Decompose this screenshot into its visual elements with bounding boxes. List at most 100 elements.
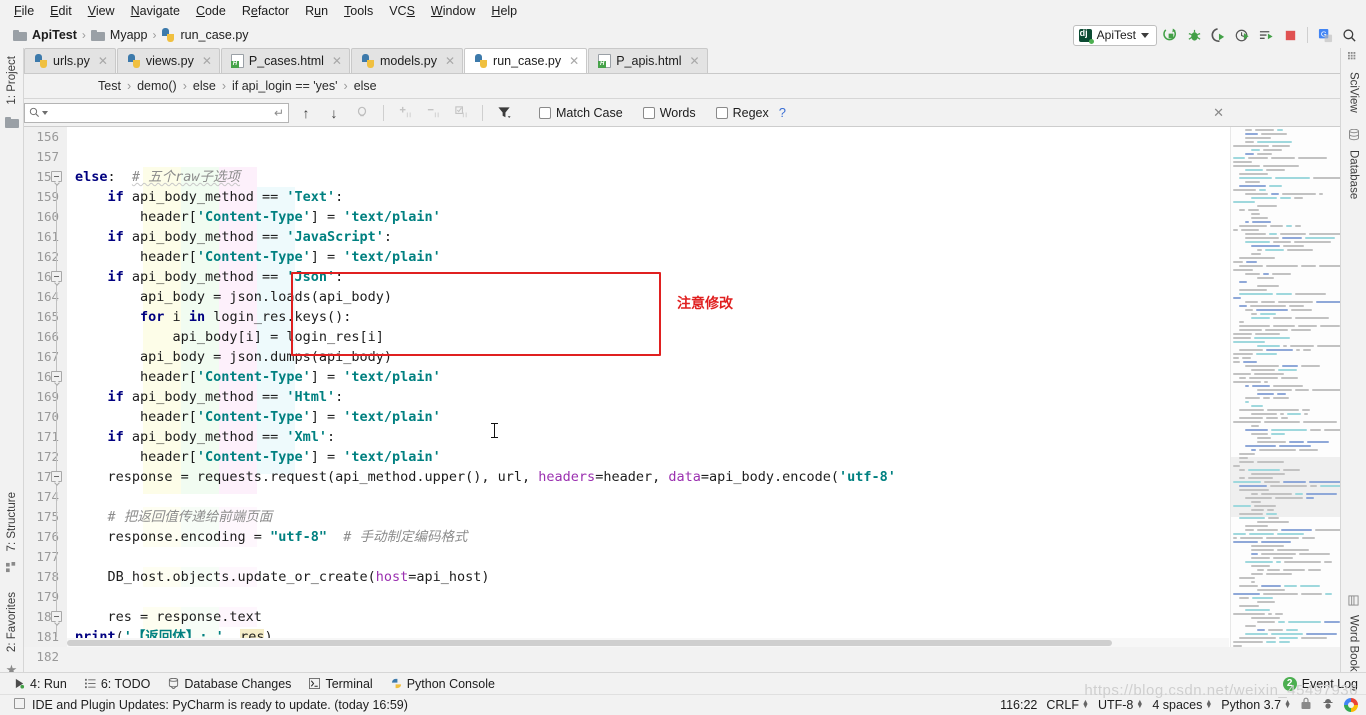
breadcrumb-item-run-case[interactable]: run_case.py: [158, 28, 251, 42]
bottom-item-run[interactable]: 4: Run: [14, 677, 67, 691]
editor-tab-urls-py[interactable]: urls.py ✕: [24, 48, 116, 73]
file-breadcrumb-item[interactable]: else: [193, 79, 216, 93]
close-icon[interactable]: ✕: [98, 55, 108, 67]
code-line-167[interactable]: api_body = json.dumps(api_body): [67, 347, 1230, 367]
profile-button[interactable]: [1231, 24, 1253, 46]
status-notification[interactable]: IDE and Plugin Updates: PyCharm is ready…: [32, 698, 408, 712]
menu-item-tools[interactable]: Tools: [336, 1, 381, 21]
editor-tab-views-py[interactable]: views.py ✕: [116, 48, 220, 73]
code-folding-column[interactable]: [47, 127, 67, 647]
code-line-174[interactable]: [67, 487, 1230, 507]
stop-button[interactable]: [1279, 24, 1301, 46]
close-icon[interactable]: ✕: [332, 55, 342, 67]
bottom-item-database-changes[interactable]: Database Changes: [168, 677, 291, 691]
code-line-179[interactable]: [67, 587, 1230, 607]
code-line-166[interactable]: api_body[i] = login_res[i]: [67, 327, 1230, 347]
menu-item-help[interactable]: Help: [483, 1, 525, 21]
code-line-168[interactable]: header['Content-Type'] = 'text/plain': [67, 367, 1230, 387]
lock-icon[interactable]: [1300, 697, 1312, 713]
interpreter-selector[interactable]: Python 3.7 ▲ ▼: [1221, 698, 1291, 712]
editor-tab-run-case-py[interactable]: run_case.py ✕: [464, 48, 588, 73]
code-line-173[interactable]: response = requests.request(api_method.u…: [67, 467, 1230, 487]
code-line-172[interactable]: header['Content-Type'] = 'text/plain': [67, 447, 1230, 467]
sidebar-item-database[interactable]: Database: [1348, 144, 1360, 205]
code-minimap[interactable]: [1230, 127, 1354, 647]
sidebar-item-project[interactable]: 1: Project: [6, 50, 18, 111]
find-next-button[interactable]: ↓: [323, 102, 345, 124]
run-with-console-button[interactable]: [1255, 24, 1277, 46]
bottom-item-terminal[interactable]: Terminal: [309, 677, 373, 691]
menu-item-vcs[interactable]: VCS: [381, 1, 423, 21]
horizontal-scrollbar[interactable]: [67, 638, 1229, 647]
translate-button[interactable]: G: [1314, 24, 1336, 46]
select-all-button[interactable]: [450, 102, 472, 124]
fold-marker-180[interactable]: [51, 611, 62, 626]
debug-button[interactable]: [1183, 24, 1205, 46]
add-occurrence-button[interactable]: [394, 102, 416, 124]
line-separator-selector[interactable]: CRLF ▲ ▼: [1046, 698, 1089, 712]
search-input[interactable]: ↵: [24, 102, 289, 123]
fold-marker-163[interactable]: [51, 271, 62, 286]
search-everywhere-button[interactable]: [1338, 24, 1360, 46]
code-line-161[interactable]: if api_body_method == 'JavaScript':: [67, 227, 1230, 247]
menu-item-code[interactable]: Code: [188, 1, 234, 21]
menu-item-window[interactable]: Window: [423, 1, 483, 21]
code-line-171[interactable]: if api_body_method == 'Xml':: [67, 427, 1230, 447]
scrollbar-thumb[interactable]: [67, 640, 1112, 646]
code-line-170[interactable]: header['Content-Type'] = 'text/plain': [67, 407, 1230, 427]
menu-item-run[interactable]: Run: [297, 1, 336, 21]
menu-item-view[interactable]: View: [80, 1, 123, 21]
bottom-item-todo[interactable]: 6: TODO: [84, 677, 150, 691]
sidebar-item-favorites[interactable]: 2: Favorites: [6, 586, 18, 658]
code-line-160[interactable]: header['Content-Type'] = 'text/plain': [67, 207, 1230, 227]
sidebar-item-sciview[interactable]: SciView: [1348, 66, 1360, 119]
fold-marker-173[interactable]: [51, 471, 62, 486]
close-icon[interactable]: ✕: [569, 55, 579, 67]
event-log-button[interactable]: 2 Event Log: [1282, 676, 1358, 691]
code-line-162[interactable]: header['Content-Type'] = 'text/plain': [67, 247, 1230, 267]
code-lines[interactable]: else: # 五个raw子选项 if api_body_method == '…: [67, 127, 1230, 647]
minimap-viewport[interactable]: [1231, 457, 1354, 517]
hector-icon[interactable]: [1321, 697, 1335, 713]
fold-marker-158[interactable]: [51, 171, 62, 186]
words-checkbox[interactable]: Words: [642, 106, 696, 120]
code-line-157[interactable]: [67, 147, 1230, 167]
editor-tab-models-py[interactable]: models.py ✕: [350, 48, 464, 73]
code-line-163[interactable]: if api_body_method == 'Json':: [67, 267, 1230, 287]
select-all-occurrences-button[interactable]: [351, 102, 373, 124]
run-coverage-button[interactable]: [1207, 24, 1229, 46]
close-icon[interactable]: ✕: [445, 55, 455, 67]
code-line-178[interactable]: DB_host.objects.update_or_create(host=ap…: [67, 567, 1230, 587]
regex-checkbox[interactable]: Regex: [715, 106, 769, 120]
code-line-169[interactable]: if api_body_method == 'Html':: [67, 387, 1230, 407]
run-configuration-selector[interactable]: ApiTest: [1072, 24, 1157, 46]
code-line-159[interactable]: if api_body_method == 'Text':: [67, 187, 1230, 207]
code-line-176[interactable]: response.encoding = "utf-8" # 手动制定编码格式: [67, 527, 1230, 547]
file-breadcrumb-item[interactable]: demo(): [137, 79, 177, 93]
menu-item-refactor[interactable]: Refactor: [234, 1, 297, 21]
fold-marker-168[interactable]: [51, 371, 62, 386]
find-previous-button[interactable]: ↑: [295, 102, 317, 124]
search-field[interactable]: [48, 104, 274, 121]
code-line-158[interactable]: else: # 五个raw子选项: [67, 167, 1230, 187]
match-case-checkbox[interactable]: Match Case: [539, 106, 623, 120]
sidebar-item-wordbook[interactable]: Word Book: [1348, 609, 1360, 678]
remove-occurrence-button[interactable]: [422, 102, 444, 124]
filter-button[interactable]: [493, 102, 515, 124]
close-icon[interactable]: ✕: [202, 55, 212, 67]
code-editor[interactable]: else: # 五个raw子选项 if api_body_method == '…: [67, 127, 1230, 647]
file-breadcrumb-item[interactable]: Test: [98, 79, 121, 93]
code-line-177[interactable]: [67, 547, 1230, 567]
close-icon[interactable]: ✕: [690, 55, 700, 67]
code-line-180[interactable]: res = response.text: [67, 607, 1230, 627]
code-line-156[interactable]: [67, 127, 1230, 147]
menu-item-navigate[interactable]: Navigate: [123, 1, 188, 21]
editor-tab-p-apis-html[interactable]: H P_apis.html ✕: [588, 48, 708, 73]
menu-item-edit[interactable]: Edit: [42, 1, 80, 21]
menu-item-file[interactable]: File: [6, 1, 42, 21]
file-breadcrumb-item[interactable]: if api_login == 'yes': [232, 79, 338, 93]
indent-selector[interactable]: 4 spaces ▲ ▼: [1152, 698, 1212, 712]
code-line-175[interactable]: # 把返回值传递给前端页面: [67, 507, 1230, 527]
breadcrumb-item-apitest[interactable]: ApiTest: [10, 28, 80, 42]
file-breadcrumb-item[interactable]: else: [354, 79, 377, 93]
